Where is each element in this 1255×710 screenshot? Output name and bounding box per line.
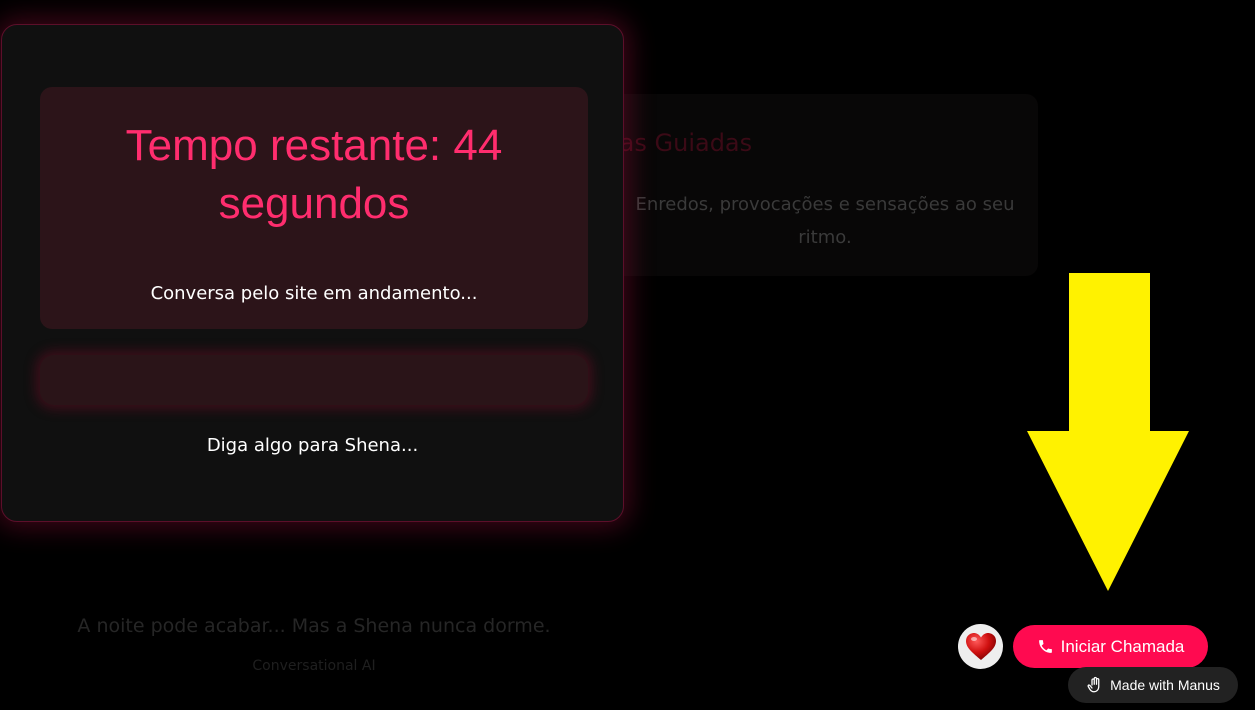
made-with-manus-label: Made with Manus — [1110, 677, 1220, 693]
message-input-bar[interactable] — [40, 355, 588, 405]
footer-tagline: A noite pode acabar... Mas a Shena nunca… — [77, 615, 551, 637]
footer-subtitle: Conversational AI — [252, 658, 376, 674]
timer-countdown: Tempo restante: 44 segundos — [125, 121, 503, 228]
made-with-manus-badge[interactable]: Made with Manus — [1068, 667, 1238, 703]
speak-prompt: Diga algo para Shena... — [206, 435, 419, 456]
timer-panel: Tempo restante: 44 segundos Conversa pel… — [40, 87, 588, 329]
page: Fantasias Guiadas Enredos, provocações e… — [0, 0, 1255, 710]
assistant-avatar[interactable] — [958, 624, 1003, 669]
call-modal: Tempo restante: 44 segundos Conversa pel… — [1, 24, 624, 522]
feature-description: Enredos, provocações e sensações ao seu … — [635, 194, 1015, 248]
heart-icon — [965, 632, 996, 660]
conversation-status: Conversa pelo site em andamento... — [150, 283, 478, 304]
manus-hand-icon — [1087, 676, 1100, 693]
phone-icon — [1038, 640, 1052, 653]
arrow-down-icon — [1027, 273, 1189, 591]
start-call-button[interactable]: Iniciar Chamada — [1013, 625, 1208, 668]
start-call-label: Iniciar Chamada — [1060, 636, 1185, 656]
